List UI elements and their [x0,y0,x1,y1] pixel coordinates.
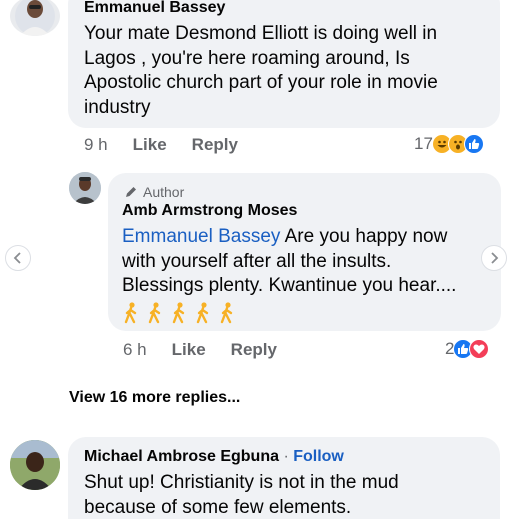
comment-line: Apostolic church part of your role in mo… [84,72,438,93]
walking-person-emoji-icon [196,301,209,323]
view-more-replies-link[interactable]: View 16 more replies... [69,389,240,407]
reply-button[interactable]: Reply [192,135,238,155]
love-reaction-icon [469,339,490,359]
reply-actions: 6 h Like Reply [123,340,277,360]
previous-arrow-button[interactable] [5,245,31,271]
like-button[interactable]: Like [133,135,167,155]
follow-button[interactable]: Follow [293,448,344,465]
reaction-count: 17 [414,134,433,153]
emoji-row [122,301,497,324]
author-badge: Author [124,184,184,200]
comment-author-name[interactable]: Emmanuel Bassey [84,0,225,17]
chevron-right-icon [491,252,499,264]
avatar-amb-armstrong-moses[interactable] [69,172,101,204]
comment-line: Shut up! Christianity is not in the mud [84,472,399,493]
reply-bubble: Author Amb Armstrong Moses Emmanuel Bass… [108,173,501,331]
avatar-michael-ambrose-egbuna[interactable] [10,440,60,490]
separator-dot: · [279,448,294,465]
comment-line: industry [84,96,151,118]
pencil-icon [126,187,136,197]
walking-person-emoji-icon [148,301,161,323]
reply-line: Emmanuel Bassey Are you happy now [122,225,497,250]
next-arrow-button[interactable] [481,245,507,271]
comment-line: Lagos , you're here roaming around, Is [84,47,410,69]
walking-person-emoji-icon [220,301,233,323]
avatar-emmanuel-bassey[interactable] [10,0,60,36]
comment-text: Your mate Desmond Elliott is doing well … [84,22,438,120]
comment-line: Your mate Desmond Elliott is doing well … [84,23,438,44]
like-button[interactable]: Like [172,340,206,360]
comment-header: Michael Ambrose Egbuna · Follow [84,448,344,466]
walking-person-emoji-icon [124,301,137,323]
like-reaction-icon [463,134,484,154]
avatar-image [10,440,60,490]
comment-text: Shut up! Christianity is not in the mud … [84,471,399,519]
comment-author-name[interactable]: Michael Ambrose Egbuna [84,448,279,465]
author-badge-label: Author [143,184,185,200]
comment-bubble: Michael Ambrose Egbuna · Follow Shut up!… [68,437,500,519]
reaction-summary[interactable]: 17 [414,134,484,154]
mention-link[interactable]: Emmanuel Bassey [122,226,280,247]
avatar-image [15,0,55,36]
reply-text: Emmanuel Bassey Are you happy now with y… [122,225,497,324]
chevron-left-icon [13,252,21,264]
reply-line: with yourself after all the insults. [122,250,392,272]
comment-line: because of some few elements. [84,496,352,518]
comment-timestamp[interactable]: 9 h [84,135,108,155]
comment-actions: 9 h Like Reply [84,135,238,155]
reaction-summary[interactable]: 2 [445,339,490,359]
reply-line-text: Are you happy now [280,226,448,247]
walking-person-emoji-icon [172,301,185,323]
reply-author-name[interactable]: Amb Armstrong Moses [122,202,297,220]
reply-button[interactable]: Reply [231,340,277,360]
comment-bubble: Emmanuel Bassey Your mate Desmond Elliot… [68,0,500,128]
avatar-image [69,172,101,204]
reply-timestamp[interactable]: 6 h [123,340,147,360]
reply-line: Blessings plenty. Kwantinue you hear.... [122,275,457,296]
